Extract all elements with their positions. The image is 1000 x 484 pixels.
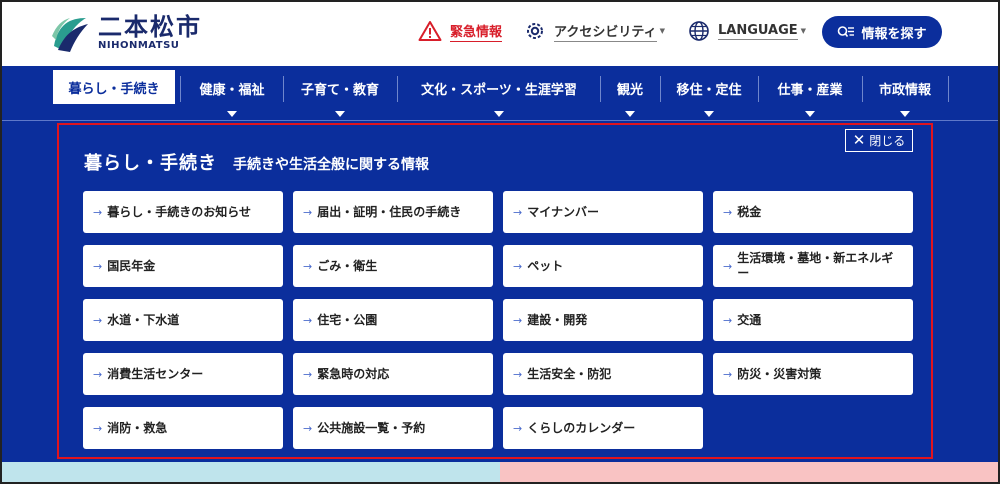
arrow-right-icon: → xyxy=(93,367,103,381)
panel-subtitle: 手続きや生活全般に関する情報 xyxy=(233,157,429,173)
nav-item-label: 文化・スポーツ・生涯学習 xyxy=(421,83,577,98)
nav-divider xyxy=(948,76,949,102)
site-logo[interactable]: 二本松市 NIHONMATSU xyxy=(48,12,202,54)
globe-icon xyxy=(689,21,709,41)
content-banner-right xyxy=(500,462,1000,484)
chevron-down-icon xyxy=(335,111,345,117)
category-link[interactable]: → 生活環境・墓地・新エネルギー xyxy=(713,245,913,287)
chevron-down-icon xyxy=(805,111,815,117)
nav-item-health-welfare[interactable]: 健康・福祉 xyxy=(182,66,282,120)
category-link[interactable]: → 建設・開発 xyxy=(503,299,703,341)
category-link[interactable]: → ペット xyxy=(503,245,703,287)
nav-item-culture-sports[interactable]: 文化・スポーツ・生涯学習 xyxy=(398,66,600,120)
panel-heading: 暮らし・手続き 手続きや生活全般に関する情報 xyxy=(84,149,429,175)
arrow-right-icon: → xyxy=(513,205,523,219)
panel-title: 暮らし・手続き xyxy=(84,153,217,174)
search-list-icon xyxy=(838,26,855,37)
category-link[interactable]: → 生活安全・防犯 xyxy=(503,353,703,395)
category-link[interactable]: → 緊急時の対応 xyxy=(293,353,493,395)
close-icon: ✕ xyxy=(852,131,866,149)
emergency-info-link[interactable]: 緊急情報 xyxy=(418,20,503,42)
category-link[interactable]: → 水道・下水道 xyxy=(83,299,283,341)
arrow-right-icon: → xyxy=(513,421,523,435)
find-info-button[interactable]: 情報を探す xyxy=(822,16,942,48)
warning-triangle-icon xyxy=(418,21,442,41)
global-nav: 暮らし・手続き 健康・福祉 子育て・教育 文化・スポーツ・生涯学習 観光 移住・… xyxy=(0,66,1000,120)
find-info-label: 情報を探す xyxy=(861,26,927,42)
arrow-right-icon: → xyxy=(93,421,103,435)
nav-item-work-industry[interactable]: 仕事・産業 xyxy=(759,66,861,120)
logo-mark-icon xyxy=(52,18,88,52)
category-link[interactable]: → マイナンバー xyxy=(503,191,703,233)
arrow-right-icon: → xyxy=(303,367,313,381)
arrow-right-icon: → xyxy=(303,259,313,273)
category-link[interactable]: → 消防・救急 xyxy=(83,407,283,449)
chevron-down-icon xyxy=(494,111,504,117)
category-link[interactable]: → 公共施設一覧・予約 xyxy=(293,407,493,449)
site-header: 二本松市 NIHONMATSU 緊急情報 アクセシビリティ ▼ LANGUAGE… xyxy=(0,0,1000,66)
arrow-right-icon: → xyxy=(303,313,313,327)
logo-name: 二本松市 xyxy=(98,13,202,41)
arrow-right-icon: → xyxy=(93,205,103,219)
arrow-right-icon: → xyxy=(303,421,313,435)
nav-divider xyxy=(180,76,181,102)
category-link[interactable]: → 税金 xyxy=(713,191,913,233)
nav-item-living[interactable]: 暮らし・手続き xyxy=(53,70,175,104)
arrow-right-icon: → xyxy=(93,313,103,327)
accessibility-label: アクセシビリティ xyxy=(554,21,657,42)
chevron-down-icon: ▼ xyxy=(800,27,807,35)
category-link[interactable]: → くらしのカレンダー xyxy=(503,407,703,449)
language-label: LANGUAGE xyxy=(718,22,798,40)
category-link[interactable]: → 住宅・公園 xyxy=(293,299,493,341)
nav-item-label: 仕事・産業 xyxy=(777,83,843,98)
nav-item-relocation[interactable]: 移住・定住 xyxy=(661,66,757,120)
chevron-down-icon: ▼ xyxy=(659,27,665,35)
nav-item-label: 健康・福祉 xyxy=(199,83,265,98)
category-link[interactable]: → 届出・証明・住民の手続き xyxy=(293,191,493,233)
category-link[interactable]: → ごみ・衛生 xyxy=(293,245,493,287)
accessibility-menu[interactable]: アクセシビリティ ▼ xyxy=(524,20,665,42)
nav-item-label: 移住・定住 xyxy=(676,83,742,98)
nav-item-childcare-education[interactable]: 子育て・教育 xyxy=(284,66,396,120)
arrow-right-icon: → xyxy=(93,259,103,273)
chevron-down-icon xyxy=(625,111,635,117)
arrow-right-icon: → xyxy=(513,367,523,381)
emergency-info-label: 緊急情報 xyxy=(450,21,503,42)
category-link[interactable]: → 消費生活センター xyxy=(83,353,283,395)
arrow-right-icon: → xyxy=(723,367,733,381)
arrow-right-icon: → xyxy=(723,259,733,273)
arrow-right-icon: → xyxy=(723,205,733,219)
chevron-down-icon xyxy=(704,111,714,117)
arrow-right-icon: → xyxy=(723,313,733,327)
close-menu-button[interactable]: ✕ 閉じる xyxy=(845,129,913,152)
nav-item-city-admin[interactable]: 市政情報 xyxy=(863,66,947,120)
category-link[interactable]: → 防災・災害対策 xyxy=(713,353,913,395)
gear-icon xyxy=(527,23,543,39)
category-link[interactable]: → 暮らし・手続きのお知らせ xyxy=(83,191,283,233)
category-link[interactable]: → 交通 xyxy=(713,299,913,341)
nav-item-label: 暮らし・手続き xyxy=(68,82,160,97)
chevron-down-icon xyxy=(227,111,237,117)
nav-item-label: 観光 xyxy=(616,83,643,98)
content-banner-left xyxy=(0,462,500,484)
nav-item-tourism[interactable]: 観光 xyxy=(601,66,659,120)
nav-item-label: 市政情報 xyxy=(878,83,931,98)
arrow-right-icon: → xyxy=(513,313,523,327)
close-menu-label: 閉じる xyxy=(869,134,906,148)
arrow-right-icon: → xyxy=(303,205,313,219)
language-menu[interactable]: LANGUAGE ▼ xyxy=(688,20,806,42)
nav-item-label: 子育て・教育 xyxy=(300,83,379,98)
arrow-right-icon: → xyxy=(513,259,523,273)
category-link[interactable]: → 国民年金 xyxy=(83,245,283,287)
chevron-down-icon xyxy=(900,111,910,117)
category-link-grid: → 暮らし・手続きのお知らせ → 届出・証明・住民の手続き → マイナンバー → 税金 … xyxy=(83,191,915,449)
logo-roman: NIHONMATSU xyxy=(98,40,180,51)
